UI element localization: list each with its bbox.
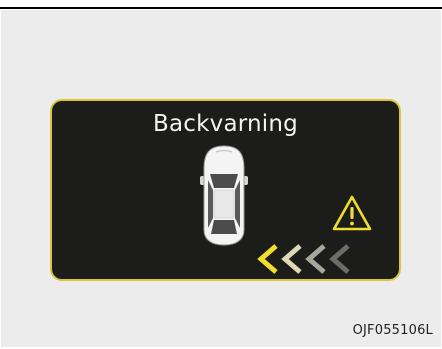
figure-canvas: Backvarning OJF055106L xyxy=(0,0,442,349)
warning-triangle-icon xyxy=(332,195,372,231)
panel-title: Backvarning xyxy=(153,111,298,137)
chevron-near xyxy=(257,244,278,274)
chevron-3 xyxy=(305,244,326,274)
figure-area: Backvarning OJF055106L xyxy=(1,10,441,347)
top-rule xyxy=(0,7,442,9)
warning-display-panel: Backvarning xyxy=(50,99,401,281)
chevron-2 xyxy=(281,244,302,274)
car-top-view-icon xyxy=(200,145,248,246)
rear-proximity-chevrons xyxy=(257,244,350,274)
chevron-far xyxy=(329,244,350,274)
figure-code: OJF055106L xyxy=(352,323,433,338)
